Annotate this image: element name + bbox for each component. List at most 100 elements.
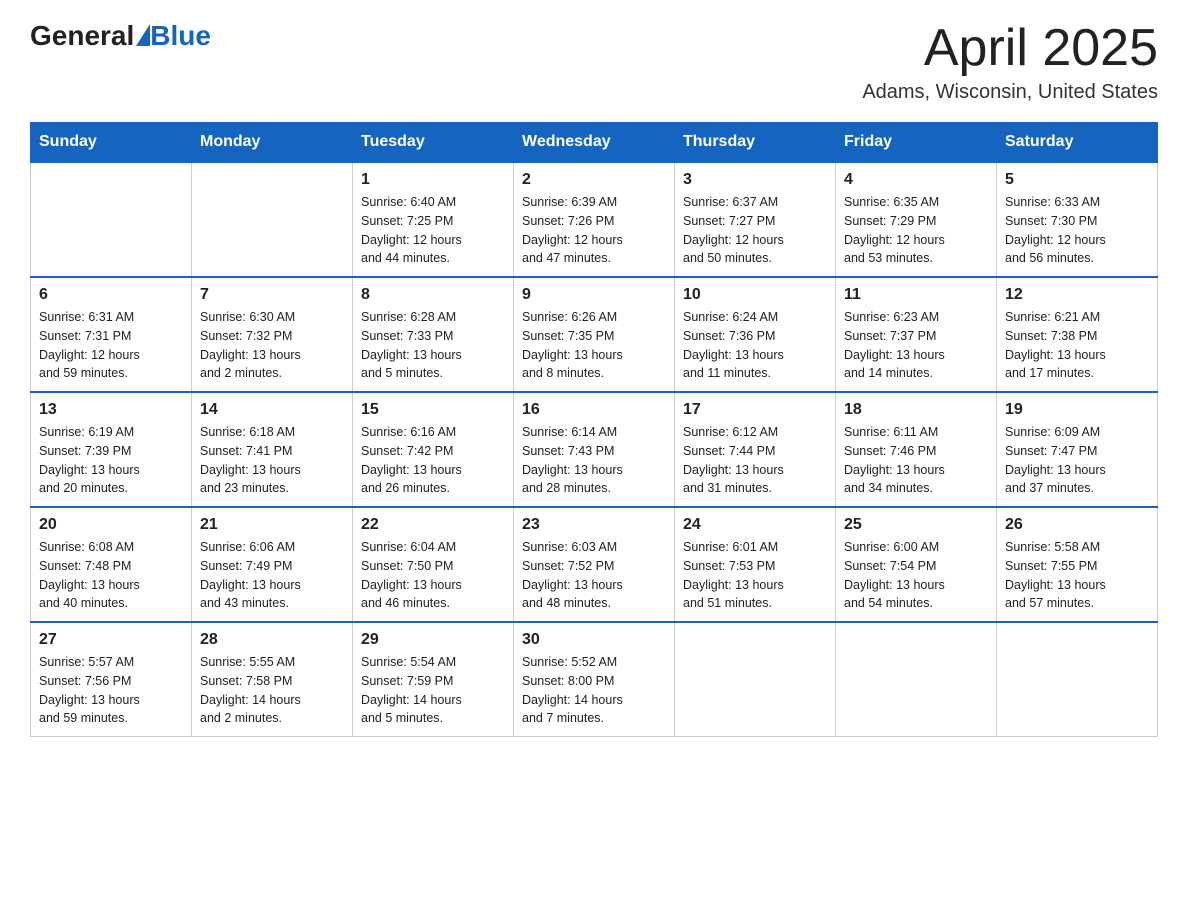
calendar-week-row-1: 1Sunrise: 6:40 AM Sunset: 7:25 PM Daylig… [31, 162, 1158, 277]
day-number: 19 [1005, 401, 1149, 419]
calendar-week-row-5: 27 Sunrise: 5:57 AM Sunset: 7:56 PM Dayli… [31, 622, 1158, 737]
calendar-cell: 6Sunrise: 6:31 AM Sunset: 7:31 PM Daylig… [31, 277, 192, 392]
day-number: 7 [200, 286, 344, 304]
calendar-cell: 12 Sunrise: 6:21 AM Sunset: 7:38 PM Dayli… [997, 277, 1158, 392]
calendar-cell: 27 Sunrise: 5:57 AM Sunset: 7:56 PM Dayli… [31, 622, 192, 737]
day-info: Sunrise: 6:18 AM Sunset: 7:41 PM Dayligh… [200, 423, 344, 498]
day-number: 11 [844, 286, 988, 304]
calendar-cell: 21 Sunrise: 6:06 AM Sunset: 7:49 PM Dayli… [192, 507, 353, 622]
calendar-cell: 11 Sunrise: 6:23 AM Sunset: 7:37 PM Dayli… [836, 277, 997, 392]
title-area: April 2025 Adams, Wisconsin, United Stat… [862, 20, 1158, 104]
day-number: 15 [361, 401, 505, 419]
calendar-cell [836, 622, 997, 737]
calendar-title: April 2025 [862, 20, 1158, 77]
day-info: Sunrise: 6:06 AM Sunset: 7:49 PM Dayligh… [200, 538, 344, 613]
day-number: 5 [1005, 171, 1149, 189]
day-info: Sunrise: 6:01 AM Sunset: 7:53 PM Dayligh… [683, 538, 827, 613]
day-info: Sunrise: 6:37 AM Sunset: 7:27 PM Dayligh… [683, 193, 827, 268]
day-number: 29 [361, 631, 505, 649]
calendar-cell: 9 Sunrise: 6:26 AM Sunset: 7:35 PM Daylig… [514, 277, 675, 392]
calendar-cell: 25 Sunrise: 6:00 AM Sunset: 7:54 PM Dayli… [836, 507, 997, 622]
day-info: Sunrise: 6:00 AM Sunset: 7:54 PM Dayligh… [844, 538, 988, 613]
calendar-cell: 26 Sunrise: 5:58 AM Sunset: 7:55 PM Dayli… [997, 507, 1158, 622]
logo-blue-text: Blue [150, 20, 211, 52]
day-number: 14 [200, 401, 344, 419]
calendar-cell: 18 Sunrise: 6:11 AM Sunset: 7:46 PM Dayli… [836, 392, 997, 507]
calendar-cell: 2 Sunrise: 6:39 AM Sunset: 7:26 PM Daylig… [514, 162, 675, 277]
calendar-header-sunday: Sunday [31, 123, 192, 163]
calendar-cell: 5 Sunrise: 6:33 AM Sunset: 7:30 PM Daylig… [997, 162, 1158, 277]
day-info: Sunrise: 6:23 AM Sunset: 7:37 PM Dayligh… [844, 308, 988, 383]
calendar-cell: 4 Sunrise: 6:35 AM Sunset: 7:29 PM Daylig… [836, 162, 997, 277]
calendar-cell: 8 Sunrise: 6:28 AM Sunset: 7:33 PM Daylig… [353, 277, 514, 392]
day-number: 16 [522, 401, 666, 419]
day-number: 2 [522, 171, 666, 189]
day-number: 18 [844, 401, 988, 419]
calendar-header-row: SundayMondayTuesdayWednesdayThursdayFrid… [31, 123, 1158, 163]
calendar-cell: 3 Sunrise: 6:37 AM Sunset: 7:27 PM Daylig… [675, 162, 836, 277]
calendar-header-tuesday: Tuesday [353, 123, 514, 163]
day-info: Sunrise: 5:58 AM Sunset: 7:55 PM Dayligh… [1005, 538, 1149, 613]
day-info: Sunrise: 6:21 AM Sunset: 7:38 PM Dayligh… [1005, 308, 1149, 383]
day-number: 3 [683, 171, 827, 189]
day-number: 24 [683, 516, 827, 534]
calendar-cell: 19Sunrise: 6:09 AM Sunset: 7:47 PM Dayli… [997, 392, 1158, 507]
calendar-subtitle: Adams, Wisconsin, United States [862, 81, 1158, 104]
calendar-cell: 7Sunrise: 6:30 AM Sunset: 7:32 PM Daylig… [192, 277, 353, 392]
day-number: 21 [200, 516, 344, 534]
day-info: Sunrise: 5:55 AM Sunset: 7:58 PM Dayligh… [200, 653, 344, 728]
day-info: Sunrise: 6:26 AM Sunset: 7:35 PM Dayligh… [522, 308, 666, 383]
calendar-cell [31, 162, 192, 277]
day-number: 8 [361, 286, 505, 304]
day-number: 10 [683, 286, 827, 304]
day-info: Sunrise: 6:04 AM Sunset: 7:50 PM Dayligh… [361, 538, 505, 613]
calendar-cell: 22 Sunrise: 6:04 AM Sunset: 7:50 PM Dayli… [353, 507, 514, 622]
calendar-cell: 14 Sunrise: 6:18 AM Sunset: 7:41 PM Dayli… [192, 392, 353, 507]
day-info: Sunrise: 6:40 AM Sunset: 7:25 PM Dayligh… [361, 193, 505, 268]
day-info: Sunrise: 6:16 AM Sunset: 7:42 PM Dayligh… [361, 423, 505, 498]
calendar-cell: 13Sunrise: 6:19 AM Sunset: 7:39 PM Dayli… [31, 392, 192, 507]
day-info: Sunrise: 6:28 AM Sunset: 7:33 PM Dayligh… [361, 308, 505, 383]
calendar-header-monday: Monday [192, 123, 353, 163]
day-info: Sunrise: 6:35 AM Sunset: 7:29 PM Dayligh… [844, 193, 988, 268]
day-info: Sunrise: 5:52 AM Sunset: 8:00 PM Dayligh… [522, 653, 666, 728]
calendar-cell: 23Sunrise: 6:03 AM Sunset: 7:52 PM Dayli… [514, 507, 675, 622]
header: General Blue April 2025 Adams, Wisconsin… [30, 20, 1158, 104]
day-number: 9 [522, 286, 666, 304]
calendar-cell [675, 622, 836, 737]
day-number: 12 [1005, 286, 1149, 304]
calendar-cell: 30 Sunrise: 5:52 AM Sunset: 8:00 PM Dayli… [514, 622, 675, 737]
day-number: 27 [39, 631, 183, 649]
calendar-cell: 15 Sunrise: 6:16 AM Sunset: 7:42 PM Dayli… [353, 392, 514, 507]
day-number: 25 [844, 516, 988, 534]
calendar-week-row-2: 6Sunrise: 6:31 AM Sunset: 7:31 PM Daylig… [31, 277, 1158, 392]
day-info: Sunrise: 6:12 AM Sunset: 7:44 PM Dayligh… [683, 423, 827, 498]
day-info: Sunrise: 6:14 AM Sunset: 7:43 PM Dayligh… [522, 423, 666, 498]
day-number: 30 [522, 631, 666, 649]
day-number: 26 [1005, 516, 1149, 534]
calendar-table: SundayMondayTuesdayWednesdayThursdayFrid… [30, 122, 1158, 737]
calendar-header-saturday: Saturday [997, 123, 1158, 163]
day-info: Sunrise: 6:31 AM Sunset: 7:31 PM Dayligh… [39, 308, 183, 383]
calendar-header-thursday: Thursday [675, 123, 836, 163]
calendar-cell: 28Sunrise: 5:55 AM Sunset: 7:58 PM Dayli… [192, 622, 353, 737]
day-info: Sunrise: 5:57 AM Sunset: 7:56 PM Dayligh… [39, 653, 183, 728]
day-info: Sunrise: 6:39 AM Sunset: 7:26 PM Dayligh… [522, 193, 666, 268]
day-info: Sunrise: 6:11 AM Sunset: 7:46 PM Dayligh… [844, 423, 988, 498]
calendar-cell [997, 622, 1158, 737]
calendar-cell: 1Sunrise: 6:40 AM Sunset: 7:25 PM Daylig… [353, 162, 514, 277]
calendar-cell: 29Sunrise: 5:54 AM Sunset: 7:59 PM Dayli… [353, 622, 514, 737]
day-number: 4 [844, 171, 988, 189]
day-info: Sunrise: 6:33 AM Sunset: 7:30 PM Dayligh… [1005, 193, 1149, 268]
day-info: Sunrise: 6:08 AM Sunset: 7:48 PM Dayligh… [39, 538, 183, 613]
day-number: 22 [361, 516, 505, 534]
calendar-cell [192, 162, 353, 277]
day-number: 17 [683, 401, 827, 419]
calendar-header-friday: Friday [836, 123, 997, 163]
calendar-header-wednesday: Wednesday [514, 123, 675, 163]
day-info: Sunrise: 6:24 AM Sunset: 7:36 PM Dayligh… [683, 308, 827, 383]
calendar-cell: 24 Sunrise: 6:01 AM Sunset: 7:53 PM Dayli… [675, 507, 836, 622]
day-number: 13 [39, 401, 183, 419]
logo-triangle-icon [136, 24, 150, 46]
calendar-cell: 17 Sunrise: 6:12 AM Sunset: 7:44 PM Dayli… [675, 392, 836, 507]
